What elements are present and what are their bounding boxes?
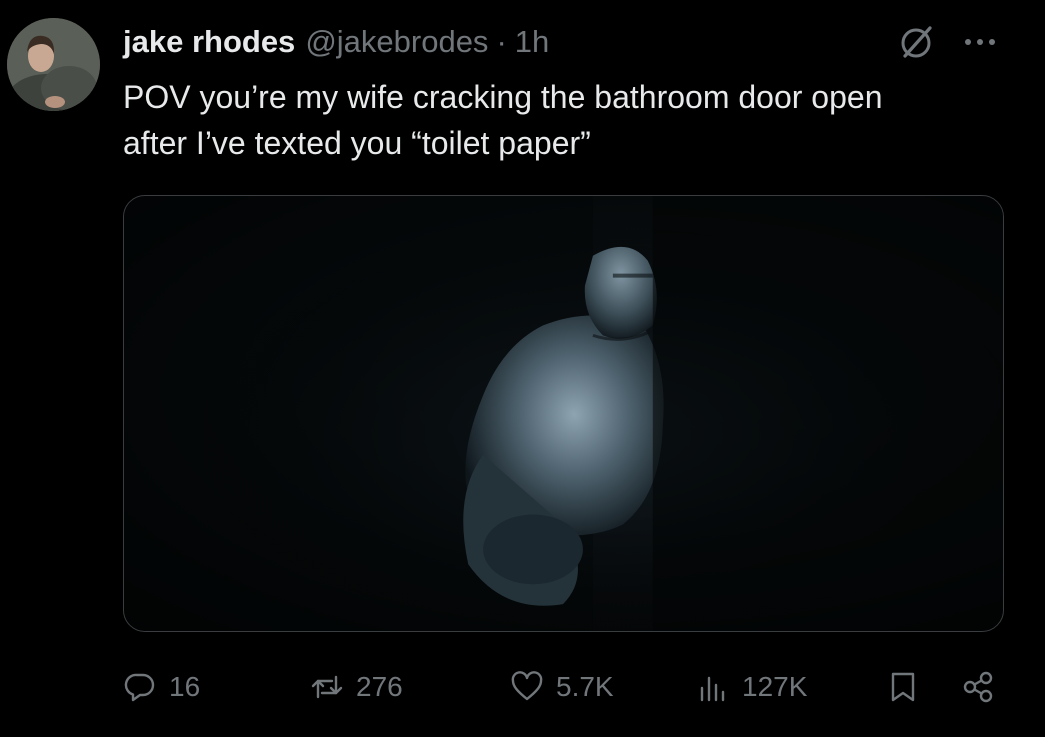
bookmark-icon [891, 672, 915, 702]
tweet-media-image[interactable] [123, 195, 1004, 632]
reply-count: 16 [169, 671, 201, 702]
heart-icon [511, 671, 543, 701]
repost-count: 276 [356, 671, 403, 702]
author-name[interactable]: jake rhodes [123, 24, 295, 60]
views-button[interactable]: 127K [696, 660, 807, 714]
reply-button[interactable]: 16 [123, 660, 200, 714]
share-icon [963, 671, 993, 703]
tweet-text-line-1: POV you’re my wife cracking the bathroom… [123, 79, 883, 115]
bookmark-button[interactable] [886, 660, 920, 714]
grok-icon[interactable] [897, 22, 937, 62]
reply-icon [124, 673, 155, 702]
tweet-text-line-2: after I’ve texted you “toilet paper” [123, 125, 591, 161]
avatar[interactable] [7, 18, 100, 111]
like-button[interactable]: 5.7K [510, 660, 614, 714]
like-count: 5.7K [556, 671, 614, 702]
timestamp[interactable]: 1h [515, 24, 549, 60]
author-handle[interactable]: @jakebrodes [305, 24, 488, 60]
share-button[interactable] [961, 660, 995, 714]
views-icon [700, 676, 725, 702]
repost-button[interactable]: 276 [310, 660, 403, 714]
more-icon[interactable] [960, 26, 1000, 58]
views-count: 127K [742, 671, 808, 702]
tweet-text: POV you’re my wife cracking the bathroom… [123, 74, 1013, 166]
tweet-actions-bar: 16 276 5.7K 127K [123, 660, 1003, 714]
separator-dot: · [496, 24, 507, 59]
tweet-header: jake rhodes @jakebrodes · 1h [123, 22, 1005, 62]
repost-icon [311, 675, 343, 699]
